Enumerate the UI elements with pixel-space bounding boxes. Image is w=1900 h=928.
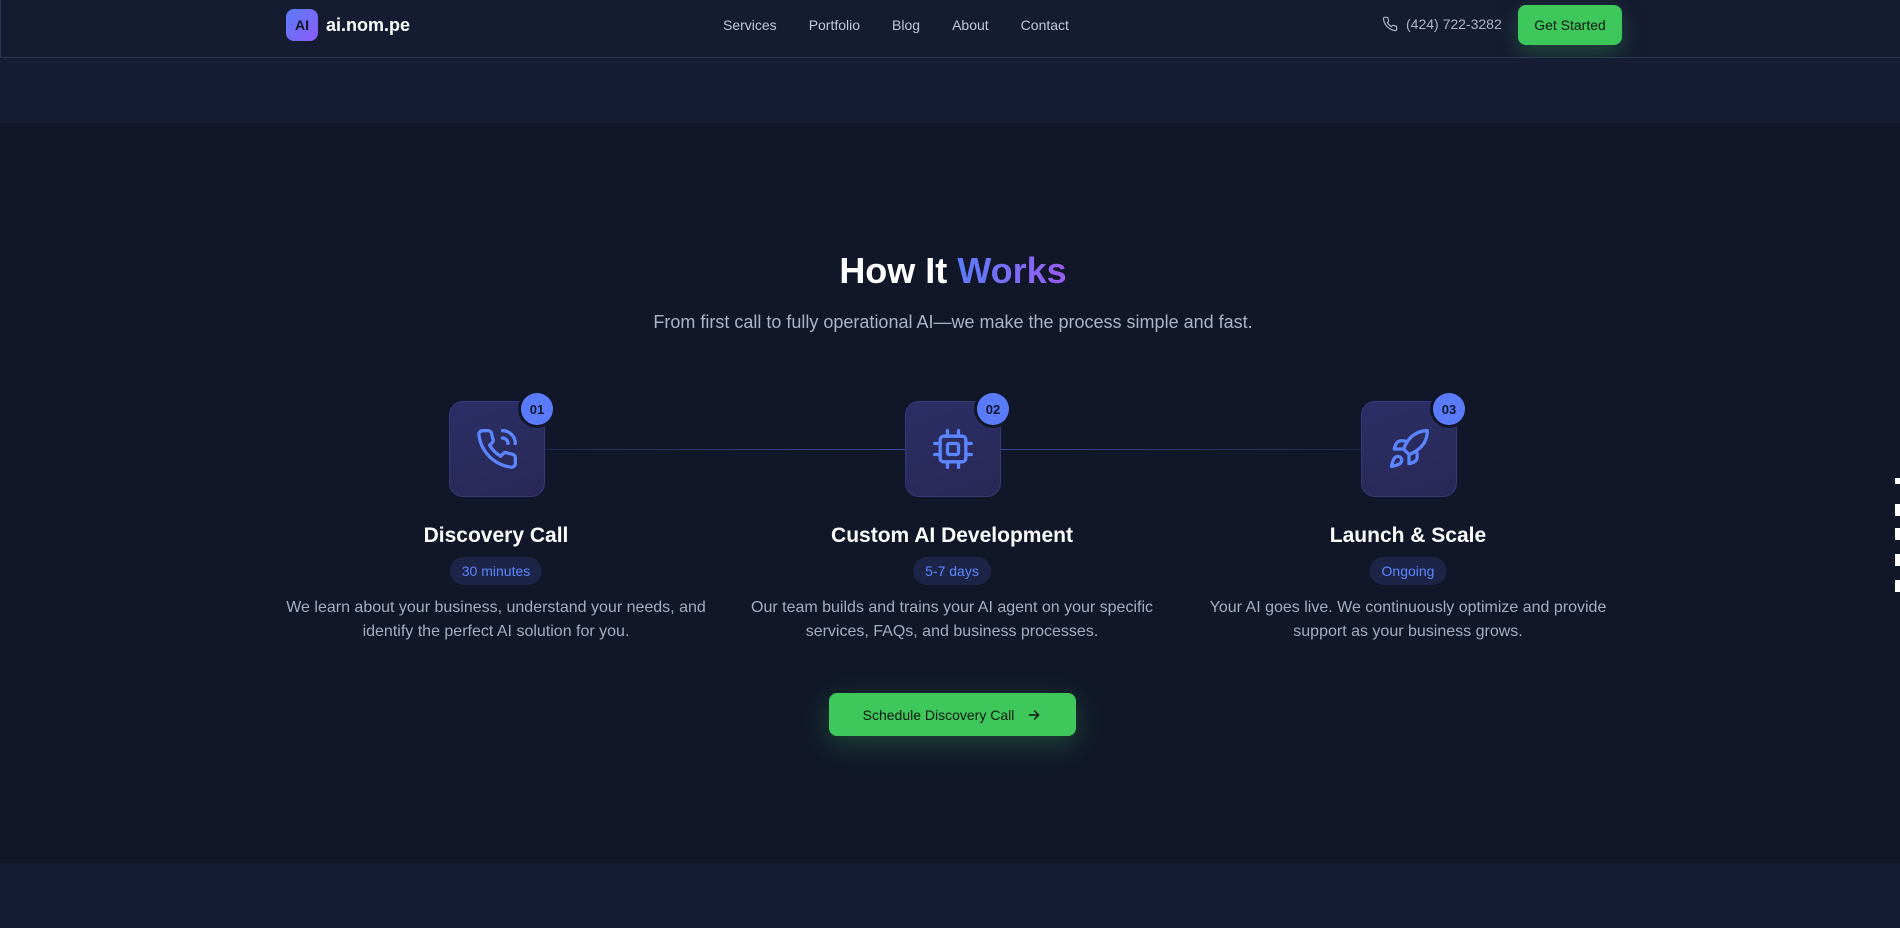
nav-link-contact[interactable]: Contact — [1021, 17, 1069, 33]
phone-call-icon — [477, 429, 517, 469]
page: AI ai.nom.pe Services Portfolio Blog Abo… — [0, 0, 1900, 928]
step-number-badge: 01 — [521, 393, 553, 425]
nav-link-about[interactable]: About — [952, 17, 989, 33]
section-subtitle: From first call to fully operational AI—… — [653, 312, 1253, 332]
edge-widget-mark — [1895, 528, 1900, 540]
rocket-icon — [1389, 429, 1429, 469]
nav-link-services[interactable]: Services — [723, 17, 777, 33]
schedule-discovery-call-label: Schedule Discovery Call — [862, 706, 1015, 723]
logo-link[interactable]: AI ai.nom.pe — [286, 9, 410, 41]
step-title: Discovery Call — [423, 524, 569, 547]
next-section-band — [0, 863, 1900, 928]
edge-widget-mark — [1895, 554, 1900, 566]
step-title: Launch & Scale — [1329, 524, 1487, 547]
step-duration-badge: Ongoing — [1369, 557, 1447, 585]
logo-text: ai.nom.pe — [326, 14, 411, 35]
nav-link-blog[interactable]: Blog — [892, 17, 920, 33]
edge-widget-mark — [1895, 504, 1900, 516]
step-description: Your AI goes live. We continuously optim… — [1209, 599, 1607, 640]
get-started-button[interactable]: Get Started — [1518, 5, 1622, 45]
phone-number: (424) 722-3282 — [1406, 16, 1502, 32]
cpu-chip-icon — [933, 429, 973, 469]
phone-icon — [1382, 16, 1398, 32]
step-title: Custom AI Development — [831, 524, 1073, 547]
edge-widget-tab[interactable] — [1893, 478, 1900, 598]
section-title-main: How It — [839, 250, 948, 291]
logo-mark: AI — [286, 9, 318, 41]
schedule-discovery-call-button[interactable]: Schedule Discovery Call — [829, 693, 1076, 736]
step-duration-badge: 5-7 days — [913, 557, 991, 585]
main-nav: Services Portfolio Blog About Contact — [723, 17, 1069, 33]
step-duration-badge: 30 minutes — [449, 557, 543, 585]
step-number-badge: 03 — [1433, 393, 1465, 425]
step-number-badge: 02 — [977, 393, 1009, 425]
previous-section-band — [0, 58, 1900, 123]
section-title-accent: Works — [957, 250, 1067, 291]
arrow-right-icon — [1028, 709, 1040, 720]
step-description: Our team builds and trains your AI agent… — [751, 599, 1153, 640]
nav-link-portfolio[interactable]: Portfolio — [809, 17, 860, 33]
edge-widget-mark — [1895, 478, 1900, 484]
section-title: How It Works — [0, 250, 1900, 292]
edge-widget-mark — [1895, 580, 1900, 592]
site-header: AI ai.nom.pe Services Portfolio Blog Abo… — [0, 0, 1900, 58]
phone-link[interactable]: (424) 722-3282 — [1382, 16, 1502, 32]
step-description: We learn about your business, understand… — [286, 599, 706, 640]
